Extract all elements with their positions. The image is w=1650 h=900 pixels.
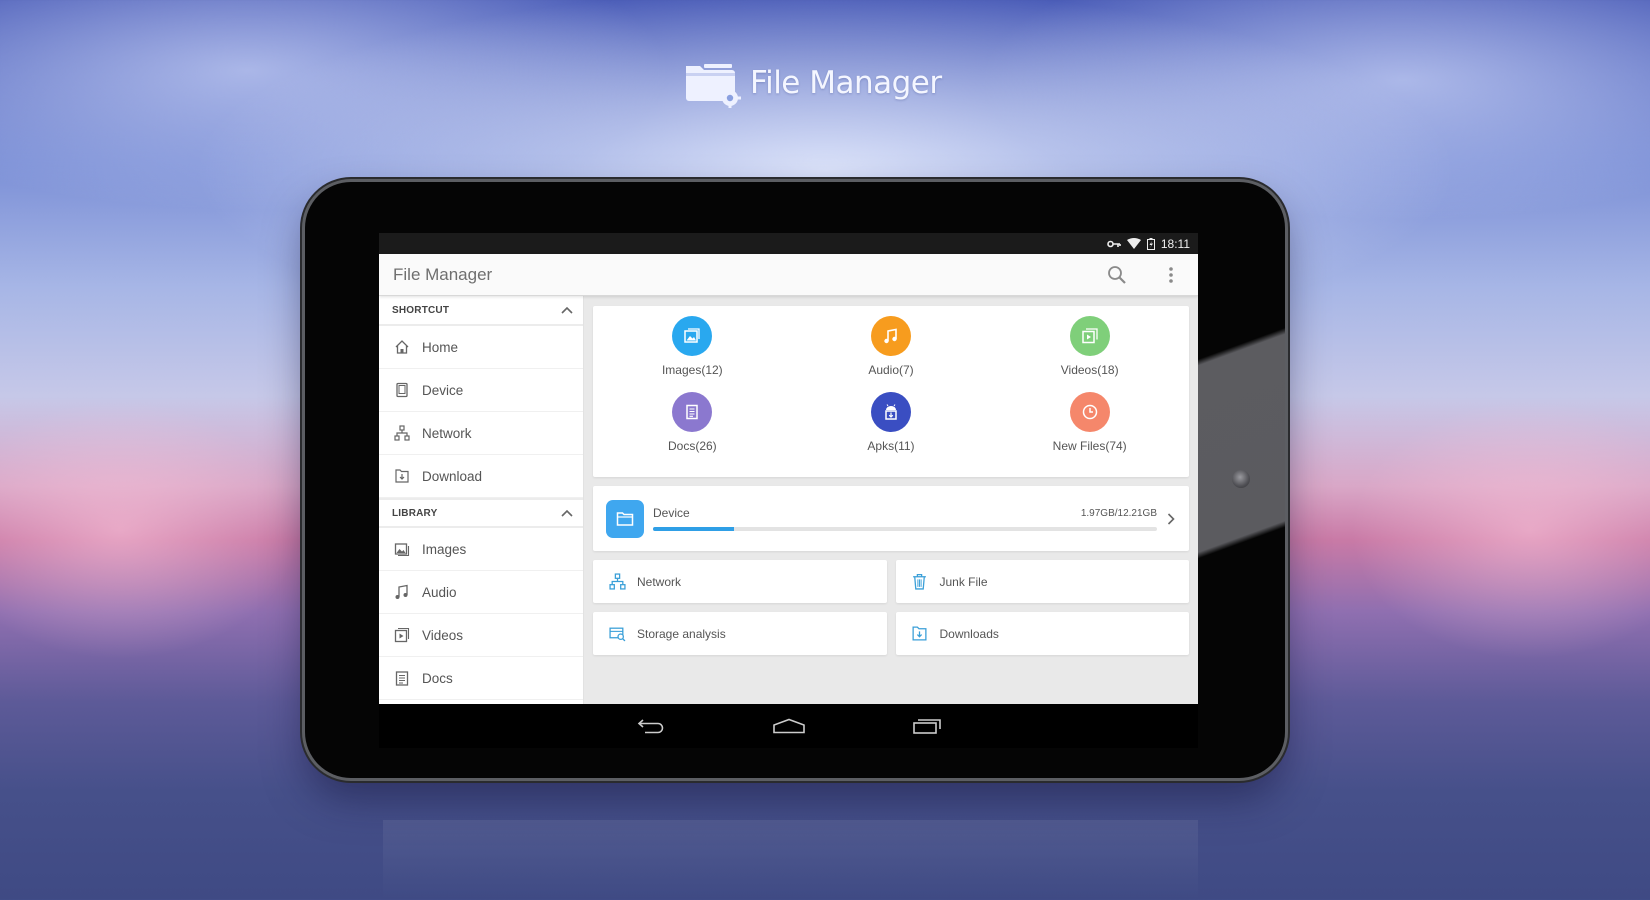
category-label: Apks(11): [867, 439, 915, 453]
category-docs[interactable]: Docs(26): [593, 392, 792, 468]
category-label: New Files(74): [1052, 439, 1127, 453]
device-screen: 18:11 File Manager SHORTCUT Home Device: [379, 233, 1198, 748]
vpn-key-icon: [1107, 239, 1121, 249]
category-label: Images(12): [661, 363, 723, 377]
main-content: Images(12) Audio(7) Videos(18) Docs(26) …: [584, 296, 1198, 704]
tile-junk-file[interactable]: Junk File: [895, 560, 1189, 603]
section-header-library[interactable]: LIBRARY: [379, 498, 583, 528]
search-button[interactable]: [1090, 254, 1144, 296]
sidebar-item-audio[interactable]: Audio: [379, 571, 583, 614]
chevron-right-icon[interactable]: [1165, 512, 1177, 525]
tile-label: Downloads: [939, 626, 999, 641]
more-options-button[interactable]: [1144, 254, 1198, 296]
category-grid: Images(12) Audio(7) Videos(18) Docs(26) …: [593, 306, 1189, 477]
sidebar-item-label: Videos: [422, 627, 464, 643]
storage-analysis-icon: [608, 625, 626, 643]
music-note-icon: [870, 316, 911, 356]
section-title: LIBRARY: [392, 507, 438, 519]
tile-network[interactable]: Network: [593, 560, 887, 603]
device-icon: [393, 381, 411, 399]
category-audio[interactable]: Audio(7): [792, 316, 991, 392]
background-haze-left: [0, 400, 300, 660]
sidebar-item-home[interactable]: Home: [379, 326, 583, 369]
tile-label: Storage analysis: [637, 626, 726, 641]
network-icon: [393, 424, 411, 442]
background-haze-right: [1350, 400, 1650, 660]
sidebar-item-label: Network: [422, 425, 472, 441]
sidebar-item-device[interactable]: Device: [379, 369, 583, 412]
sidebar-item-label: Download: [422, 468, 483, 484]
camera-icon: [1232, 470, 1250, 488]
sidebar-item-label: Device: [422, 382, 464, 398]
app-bar: File Manager: [379, 254, 1198, 296]
storage-progress-fill: [653, 527, 734, 531]
section-title: SHORTCUT: [392, 304, 450, 316]
storage-name: Device: [653, 506, 690, 520]
tile-label: Junk File: [939, 574, 988, 589]
category-label: Videos(18): [1060, 363, 1119, 377]
download-icon: [911, 625, 929, 643]
recents-button[interactable]: [858, 704, 996, 748]
sidebar-item-download[interactable]: Download: [379, 455, 583, 498]
category-label: Audio(7): [868, 363, 914, 377]
trash-icon: [911, 573, 929, 591]
chevron-up-icon[interactable]: [561, 306, 573, 314]
recents-icon: [912, 719, 941, 734]
category-apks[interactable]: Apks(11): [792, 392, 991, 468]
sidebar-item-images[interactable]: Images: [379, 528, 583, 571]
sidebar-item-label: Docs: [422, 670, 453, 686]
storage-device-card[interactable]: Device 1.97GB/12.21GB: [593, 486, 1189, 551]
download-icon: [393, 467, 411, 485]
video-icon: [393, 626, 411, 644]
category-images[interactable]: Images(12): [593, 316, 792, 392]
tile-storage-analysis[interactable]: Storage analysis: [593, 612, 887, 655]
battery-charging-icon: [1146, 237, 1155, 250]
sidebar-item-network[interactable]: Network: [379, 412, 583, 455]
tile-label: Network: [637, 574, 682, 589]
sidebar-item-videos[interactable]: Videos: [379, 614, 583, 657]
clock-icon: [1069, 392, 1110, 432]
brand-title: File Manager: [750, 65, 942, 101]
section-header-shortcut[interactable]: SHORTCUT: [379, 296, 583, 326]
image-icon: [672, 316, 713, 356]
brand-header: File Manager: [684, 58, 942, 109]
wifi-icon: [1126, 238, 1141, 249]
video-icon: [1069, 316, 1110, 356]
sidebar: SHORTCUT Home Device Network Download LI…: [379, 296, 584, 704]
back-button[interactable]: [582, 704, 720, 748]
category-new-files[interactable]: New Files(74): [990, 392, 1189, 468]
storage-progress-bar: [653, 527, 1157, 531]
sidebar-item-label: Audio: [422, 584, 457, 600]
document-icon: [672, 392, 713, 432]
storage-info: Device 1.97GB/12.21GB: [653, 506, 1157, 531]
document-icon: [393, 669, 411, 687]
search-icon: [1108, 265, 1126, 284]
storage-size: 1.97GB/12.21GB: [1080, 507, 1157, 519]
more-vert-icon: [1169, 266, 1173, 283]
status-time: 18:11: [1160, 236, 1190, 251]
sidebar-item-label: Home: [422, 339, 459, 355]
home-nav-button[interactable]: [720, 704, 858, 748]
folder-icon: [606, 499, 644, 538]
network-icon: [608, 573, 626, 591]
image-icon: [393, 540, 411, 558]
back-icon: [637, 719, 663, 734]
app-body: SHORTCUT Home Device Network Download LI…: [379, 296, 1198, 704]
home-icon: [393, 338, 411, 356]
android-package-icon: [870, 392, 911, 432]
category-label: Docs(26): [667, 439, 717, 453]
chevron-up-icon[interactable]: [561, 509, 573, 517]
sidebar-item-docs[interactable]: Docs: [379, 657, 583, 700]
quick-access-tiles: Network Junk File Storage analysis Downl…: [593, 560, 1189, 655]
music-note-icon: [393, 583, 411, 601]
sidebar-item-label: Images: [422, 541, 467, 557]
tablet-reflection: [383, 820, 1198, 900]
status-bar: 18:11: [379, 233, 1198, 254]
home-nav-icon: [772, 718, 805, 734]
folder-gear-icon: [684, 58, 744, 109]
category-videos[interactable]: Videos(18): [990, 316, 1189, 392]
tile-downloads[interactable]: Downloads: [895, 612, 1189, 655]
app-title: File Manager: [393, 264, 493, 284]
system-nav-bar: [379, 704, 1198, 748]
